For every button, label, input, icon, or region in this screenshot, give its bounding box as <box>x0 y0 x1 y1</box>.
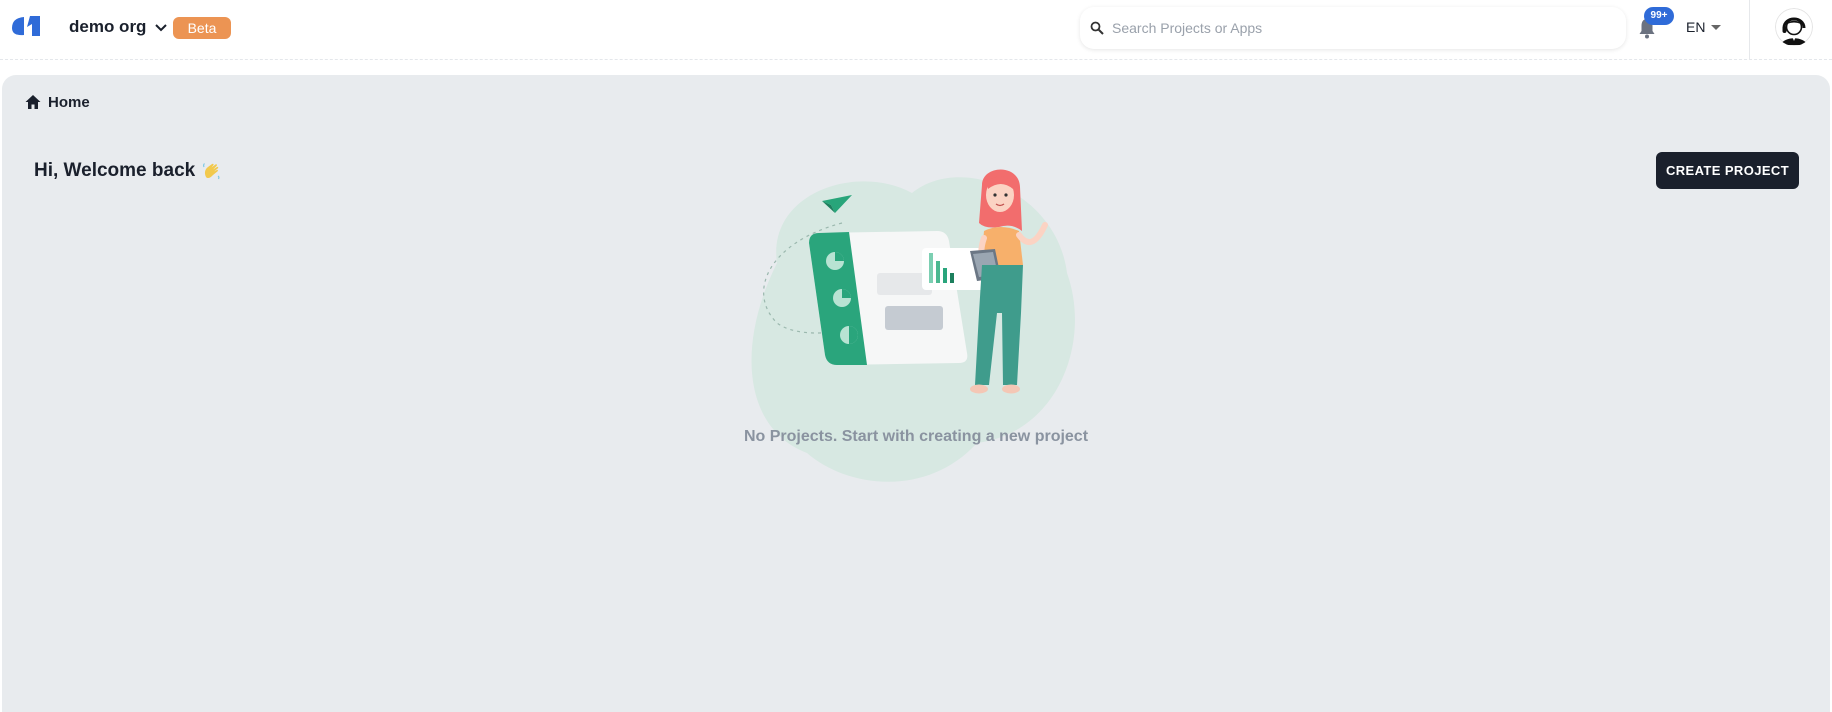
avatar-icon[interactable] <box>1775 8 1813 46</box>
notification-badge: 99+ <box>1644 7 1674 25</box>
create-project-button[interactable]: CREATE PROJECT <box>1656 152 1799 189</box>
beta-badge: Beta <box>173 17 231 39</box>
waving-hand-icon <box>203 163 220 180</box>
org-name: demo org <box>69 17 147 36</box>
home-icon <box>25 95 41 109</box>
breadcrumb[interactable]: Home <box>24 93 90 111</box>
empty-state-message: No Projects. Start with creating a new p… <box>743 428 1089 445</box>
caret-down-icon <box>1711 24 1722 30</box>
welcome-heading: Hi, Welcome back <box>34 160 221 182</box>
page-title: Hi, Welcome back <box>34 160 196 181</box>
empty-projects-illustration <box>751 169 1075 482</box>
language-label: EN <box>1686 19 1706 35</box>
top-bar: demo org Beta 99+ EN <box>0 0 1832 60</box>
logo-icon[interactable] <box>10 14 44 38</box>
language-selector[interactable]: EN <box>1686 19 1722 35</box>
breadcrumb-home[interactable]: Home <box>48 94 90 111</box>
search-input[interactable] <box>1112 20 1592 36</box>
search-icon <box>1090 21 1104 35</box>
search-box[interactable] <box>1080 7 1626 49</box>
header-divider <box>1749 0 1750 60</box>
org-switcher[interactable]: demo org <box>69 17 168 37</box>
chevron-down-icon <box>155 24 168 32</box>
